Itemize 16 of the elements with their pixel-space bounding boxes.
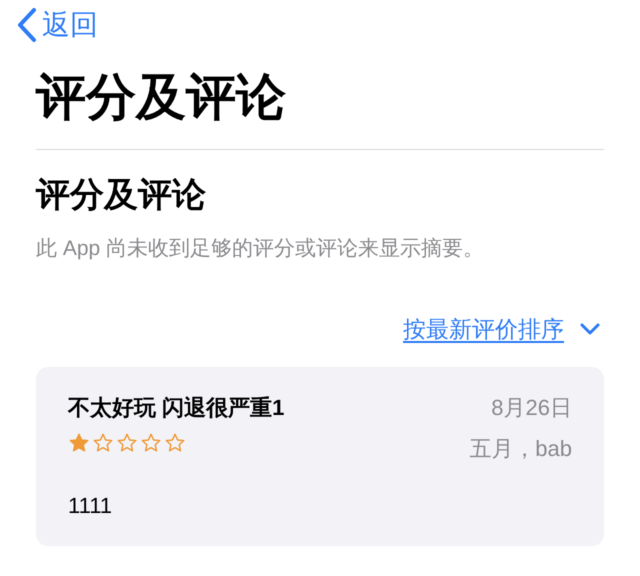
page-title: 评分及评论	[36, 68, 287, 127]
empty-star-icon	[92, 432, 114, 454]
filled-star-icon	[68, 432, 90, 454]
back-button[interactable]: 返回	[16, 4, 604, 46]
empty-star-icon	[140, 432, 162, 454]
summary-note: 此 App 尚未收到足够的评分或评论来显示摘要。	[36, 236, 486, 262]
review-author: 五月，bab	[469, 434, 572, 462]
review-body: 1111	[68, 492, 114, 520]
section-heading: 评分及评论	[36, 174, 207, 216]
empty-star-icon	[164, 432, 186, 454]
empty-star-icon	[116, 432, 138, 454]
chevron-down-icon	[580, 322, 600, 336]
review-date: 8月26日	[491, 394, 572, 422]
sort-link[interactable]: 按最新评价排序	[403, 312, 564, 346]
chevron-left-icon	[16, 7, 38, 43]
review-title: 不太好玩 闪退很严重1	[68, 394, 284, 422]
